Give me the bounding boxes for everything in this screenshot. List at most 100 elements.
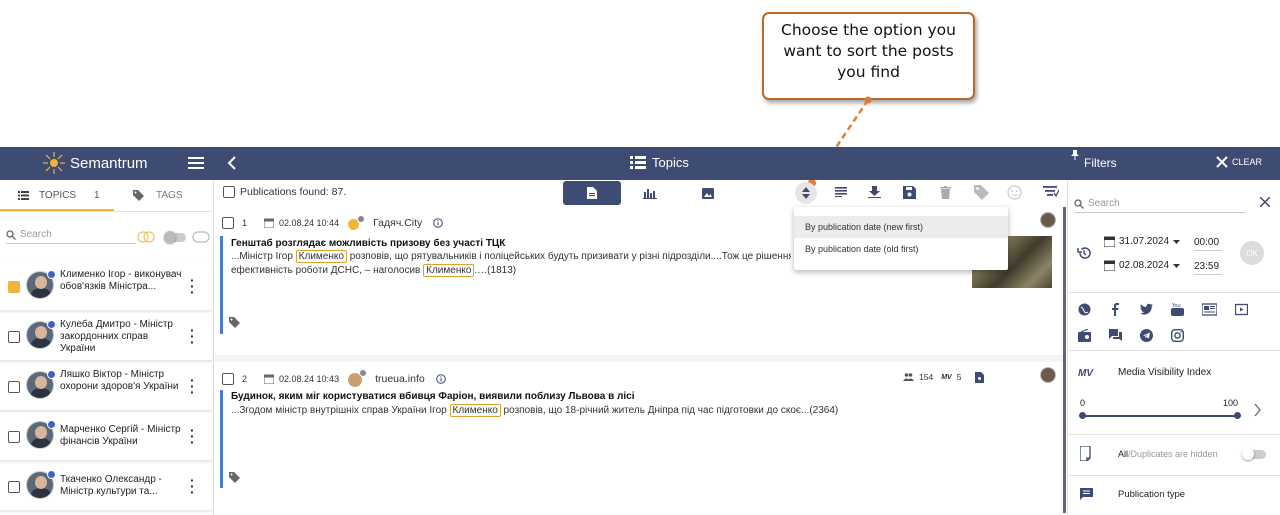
mvi-min: 0 xyxy=(1080,398,1086,408)
instagram-icon[interactable] xyxy=(1171,329,1184,342)
more-vert-icon[interactable]: · · · xyxy=(190,273,195,299)
page-title-text: Topics xyxy=(652,155,689,170)
delete-icon[interactable] xyxy=(940,186,951,199)
tag-icon[interactable] xyxy=(229,317,240,328)
select-all-checkbox[interactable] xyxy=(223,186,235,198)
tab-topics[interactable]: TOPICS 1 xyxy=(18,190,100,201)
time-to-field[interactable]: 23:59 xyxy=(1194,261,1222,275)
date-from-field[interactable]: 31.07.2024 xyxy=(1104,236,1181,247)
intersect-icon[interactable] xyxy=(137,231,155,243)
video-icon[interactable] xyxy=(1235,303,1248,316)
filter-sort-icon[interactable] xyxy=(1043,186,1059,198)
post-title[interactable]: Генштаб розглядає можливість призову без… xyxy=(231,238,505,249)
save-icon[interactable] xyxy=(903,186,916,199)
topic-label: Марченко Сергій - Міністр фінансів Украї… xyxy=(60,424,181,447)
filters-search-input[interactable]: Search xyxy=(1074,195,1246,213)
topic-item[interactable]: Клименко Ігор - виконувач обов'язків Мін… xyxy=(0,263,212,311)
post-title[interactable]: Будинок, яким міг користуватися вбивця Ф… xyxy=(231,391,634,402)
hamburger-menu-icon[interactable] xyxy=(188,157,204,169)
view-chart-button[interactable] xyxy=(621,181,679,205)
divider xyxy=(1067,475,1280,476)
document-search-icon[interactable] xyxy=(975,372,984,383)
info-icon[interactable] xyxy=(435,374,446,384)
date-to-field[interactable]: 02.08.2024 xyxy=(1104,260,1181,271)
sort-button[interactable] xyxy=(795,182,817,204)
topic-item[interactable]: Ткаченко Олександр - Міністр культури та… xyxy=(0,463,212,511)
clear-filters-button[interactable]: CLEAR xyxy=(1216,156,1262,168)
topics-search-input[interactable]: Search xyxy=(6,226,136,244)
tab-tags-label: TAGS xyxy=(156,190,183,201)
verified-badge-icon xyxy=(47,320,56,329)
union-icon[interactable] xyxy=(192,231,210,243)
verified-badge-icon xyxy=(47,370,56,379)
post-source[interactable]: Гадяч.City xyxy=(373,217,422,229)
author-avatar xyxy=(1040,212,1056,228)
sort-dropdown: By publication date (new first) By publi… xyxy=(794,207,1008,270)
tag-icon[interactable] xyxy=(229,472,240,483)
text-view-icon[interactable] xyxy=(835,187,847,197)
post-stats: 154 MV 5 xyxy=(903,372,961,382)
scrollbar[interactable] xyxy=(1063,207,1066,513)
telegram-icon[interactable] xyxy=(1140,329,1153,342)
verified-badge-icon xyxy=(47,270,56,279)
dropdown-arrow-icon xyxy=(1173,239,1181,244)
post-checkbox[interactable] xyxy=(222,373,234,385)
source-icon xyxy=(348,369,370,387)
topic-item[interactable]: Кулеба Дмитро - Міністр закордонних спра… xyxy=(0,313,212,361)
twitter-icon[interactable] xyxy=(1140,303,1153,316)
list-icon xyxy=(630,156,646,169)
dropdown-arrow-icon xyxy=(1173,263,1181,268)
publication-type-icon xyxy=(1080,488,1093,500)
history-icon[interactable] xyxy=(1077,246,1091,260)
duplicates-label: All/Duplicates are hidden xyxy=(1118,449,1218,459)
publications-found: Publications found: 87. xyxy=(223,186,346,198)
back-chevron-icon[interactable] xyxy=(227,156,237,170)
topic-checkbox[interactable] xyxy=(8,331,20,343)
publication-type-label[interactable]: Publication type xyxy=(1118,489,1185,500)
download-icon[interactable] xyxy=(868,186,881,198)
search-placeholder: Search xyxy=(20,229,52,240)
radio-icon[interactable] xyxy=(1078,329,1091,342)
more-vert-icon[interactable]: · · · xyxy=(190,373,195,399)
topic-checkbox[interactable] xyxy=(8,281,20,293)
pin-icon[interactable] xyxy=(1071,150,1079,160)
view-list-button[interactable] xyxy=(563,181,621,205)
topic-label: Кулеба Дмитро - Міністр закордонних спра… xyxy=(60,319,173,354)
forum-icon[interactable] xyxy=(1109,329,1122,342)
time-from-field[interactable]: 00:00 xyxy=(1194,237,1222,251)
topic-label: Клименко Ігор - виконувач обов'язків Мін… xyxy=(60,269,182,292)
sort-option-old-first[interactable]: By publication date (old first) xyxy=(794,238,1008,260)
post-checkbox[interactable] xyxy=(222,217,234,229)
chevron-right-icon[interactable] xyxy=(1254,403,1261,417)
more-vert-icon[interactable]: · · · xyxy=(190,473,195,499)
post-source[interactable]: trueua.info xyxy=(375,373,425,385)
globe-icon[interactable] xyxy=(1078,303,1091,316)
duplicates-toggle[interactable] xyxy=(1242,448,1266,460)
mvi-slider-min-handle[interactable] xyxy=(1079,412,1086,419)
tag-icon[interactable] xyxy=(974,185,989,200)
source-icon xyxy=(348,215,368,230)
topic-checkbox[interactable] xyxy=(8,381,20,393)
more-vert-icon[interactable]: · · · xyxy=(190,323,195,349)
mvi-slider-track[interactable] xyxy=(1082,415,1237,417)
news-icon[interactable] xyxy=(1202,303,1217,316)
youtube-icon[interactable]: You xyxy=(1171,303,1184,316)
audience-icon xyxy=(903,373,914,381)
sort-option-new-first[interactable]: By publication date (new first) xyxy=(794,216,1008,238)
topic-item[interactable]: Марченко Сергій - Міністр фінансів Украї… xyxy=(0,413,212,461)
tab-tags[interactable]: TAGS xyxy=(133,190,182,201)
more-vert-icon[interactable]: · · · xyxy=(190,423,195,449)
ok-button[interactable]: OK xyxy=(1240,241,1264,265)
calendar-icon xyxy=(264,218,275,228)
facebook-icon[interactable] xyxy=(1109,303,1122,316)
sentiment-icon[interactable] xyxy=(1007,185,1022,200)
topic-checkbox[interactable] xyxy=(8,431,20,443)
mvi-slider-max-handle[interactable] xyxy=(1234,412,1241,419)
view-image-button[interactable] xyxy=(679,181,737,205)
close-icon[interactable] xyxy=(1260,197,1270,207)
brand-logo[interactable]: Semantrum xyxy=(42,151,148,175)
info-icon[interactable] xyxy=(433,218,444,228)
topic-item[interactable]: Ляшко Віктор - Міністр охорони здоров'я … xyxy=(0,363,212,411)
topic-checkbox[interactable] xyxy=(8,481,20,493)
post-accent-bar xyxy=(220,236,223,334)
